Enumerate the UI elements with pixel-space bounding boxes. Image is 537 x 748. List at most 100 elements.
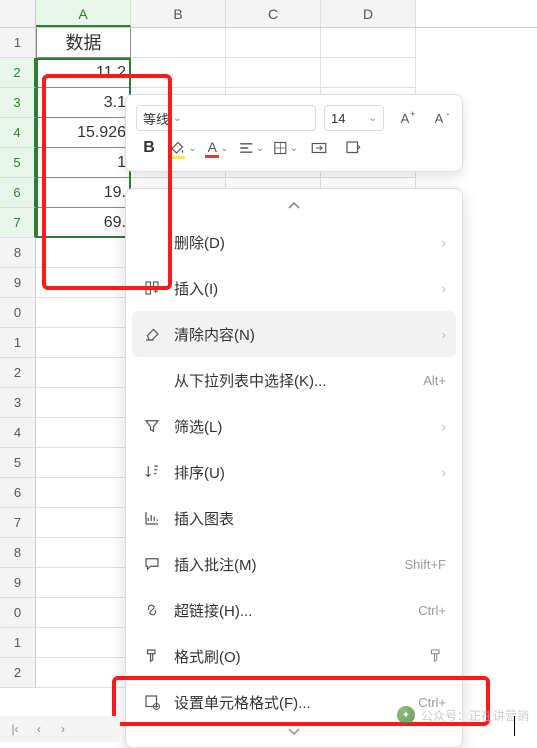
row-header[interactable]: 9	[0, 268, 36, 298]
insert-icon	[142, 278, 162, 298]
font-color-button[interactable]: A ⌄	[204, 135, 230, 161]
column-header-d[interactable]: D	[321, 0, 416, 27]
row-header[interactable]: 7	[0, 208, 36, 238]
cell[interactable]	[36, 628, 131, 658]
menu-sort[interactable]: 排序(U) ›	[126, 449, 462, 495]
column-header-b[interactable]: B	[131, 0, 226, 27]
cell-a4[interactable]: 15.926	[36, 118, 131, 148]
font-family-select[interactable]: 等线 ⌄	[136, 105, 316, 131]
cell[interactable]	[36, 418, 131, 448]
row-header[interactable]: 8	[0, 238, 36, 268]
chart-icon	[142, 508, 162, 528]
format-icon	[344, 139, 362, 157]
delete-icon	[142, 232, 162, 252]
shortcut-label: Shift+F	[404, 557, 446, 572]
chevron-down-icon: ⌄	[256, 143, 264, 154]
next-sheet-button[interactable]: ›	[54, 720, 72, 738]
column-header-a[interactable]: A	[36, 0, 131, 27]
prev-sheet-button[interactable]: ‹	[30, 720, 48, 738]
font-size-select[interactable]: 14 ⌄	[324, 105, 384, 131]
eraser-icon	[142, 324, 162, 344]
bold-button[interactable]: B	[136, 135, 162, 161]
cell[interactable]	[36, 568, 131, 598]
row-header[interactable]: 1	[0, 628, 36, 658]
cell-a5[interactable]: 1	[36, 148, 131, 178]
row-header[interactable]: 1	[0, 28, 36, 58]
row-header[interactable]: 1	[0, 328, 36, 358]
menu-insert[interactable]: 插入(I) ›	[126, 265, 462, 311]
fill-color-button[interactable]: ⌄	[170, 135, 196, 161]
row-header[interactable]: 2	[0, 58, 36, 88]
row-header[interactable]: 2	[0, 358, 36, 388]
cell[interactable]	[36, 328, 131, 358]
format-button[interactable]	[340, 135, 366, 161]
cell[interactable]	[36, 388, 131, 418]
border-button[interactable]: ⌄	[272, 135, 298, 161]
row-header[interactable]: 4	[0, 118, 36, 148]
row-header[interactable]: 6	[0, 478, 36, 508]
cell-a1[interactable]: 数据	[36, 28, 131, 58]
cell[interactable]	[36, 238, 131, 268]
cell[interactable]	[226, 58, 321, 88]
cell[interactable]	[36, 508, 131, 538]
cell[interactable]	[36, 268, 131, 298]
row-header[interactable]: 4	[0, 418, 36, 448]
cell-a7[interactable]: 69.	[36, 208, 131, 238]
first-sheet-button[interactable]: |‹	[6, 720, 24, 738]
menu-delete[interactable]: 删除(D) ›	[126, 219, 462, 265]
menu-clear-contents[interactable]: 清除内容(N) ›	[132, 311, 456, 357]
menu-hyperlink[interactable]: 超链接(H)... Ctrl+	[126, 587, 462, 633]
expand-down-button[interactable]	[126, 725, 462, 741]
row-header[interactable]: 0	[0, 298, 36, 328]
chevron-right-icon: ›	[442, 235, 446, 250]
cell[interactable]	[36, 538, 131, 568]
row-header[interactable]: 3	[0, 388, 36, 418]
watermark: ✦ 公众号：正在讲营销	[397, 706, 529, 724]
decrease-font-button[interactable]: A-	[426, 105, 452, 131]
cell-a6[interactable]: 19.	[36, 178, 131, 208]
column-header-c[interactable]: C	[226, 0, 321, 27]
row-header[interactable]: 5	[0, 148, 36, 178]
align-button[interactable]: ⌄	[238, 135, 264, 161]
row-header[interactable]: 0	[0, 598, 36, 628]
font-size-label: 14	[331, 111, 345, 126]
select-all-corner[interactable]	[0, 0, 36, 27]
increase-font-button[interactable]: A+	[392, 105, 418, 131]
row-header[interactable]: 5	[0, 448, 36, 478]
cell-a3[interactable]: 3.1	[36, 88, 131, 118]
row-header[interactable]: 3	[0, 88, 36, 118]
cell[interactable]	[36, 298, 131, 328]
menu-insert-comment[interactable]: 插入批注(M) Shift+F	[126, 541, 462, 587]
cell[interactable]	[321, 28, 416, 58]
merge-button[interactable]	[306, 135, 332, 161]
cell[interactable]	[226, 28, 321, 58]
cell[interactable]	[36, 598, 131, 628]
menu-label: 清除内容(N)	[174, 324, 430, 345]
cell[interactable]	[36, 658, 131, 688]
menu-label: 插入(I)	[174, 278, 430, 299]
cell[interactable]	[131, 58, 226, 88]
cell[interactable]	[36, 478, 131, 508]
menu-insert-chart[interactable]: 插入图表	[126, 495, 462, 541]
menu-dropdown-select[interactable]: 从下拉列表中选择(K)... Alt+	[126, 357, 462, 403]
font-color-icon: A	[205, 139, 219, 158]
row-header[interactable]: 8	[0, 538, 36, 568]
collapse-up-button[interactable]	[126, 195, 462, 219]
cell[interactable]	[36, 358, 131, 388]
menu-format-painter[interactable]: 格式刷(O)	[126, 633, 462, 679]
cell[interactable]	[131, 28, 226, 58]
cell[interactable]	[36, 448, 131, 478]
menu-label: 插入图表	[174, 508, 446, 529]
row-header[interactable]: 6	[0, 178, 36, 208]
menu-label: 超链接(H)...	[174, 600, 406, 621]
menu-filter[interactable]: 筛选(L) ›	[126, 403, 462, 449]
context-menu: 删除(D) › 插入(I) › 清除内容(N) › 从下拉列表中选择(K)...…	[125, 188, 463, 748]
filter-icon	[142, 416, 162, 436]
cell[interactable]	[321, 58, 416, 88]
row-header[interactable]: 7	[0, 508, 36, 538]
paintbrush-icon	[142, 646, 162, 666]
chevron-up-icon	[287, 201, 301, 211]
cell-a2[interactable]: 11.2	[36, 58, 131, 88]
row-header[interactable]: 2	[0, 658, 36, 688]
row-header[interactable]: 9	[0, 568, 36, 598]
